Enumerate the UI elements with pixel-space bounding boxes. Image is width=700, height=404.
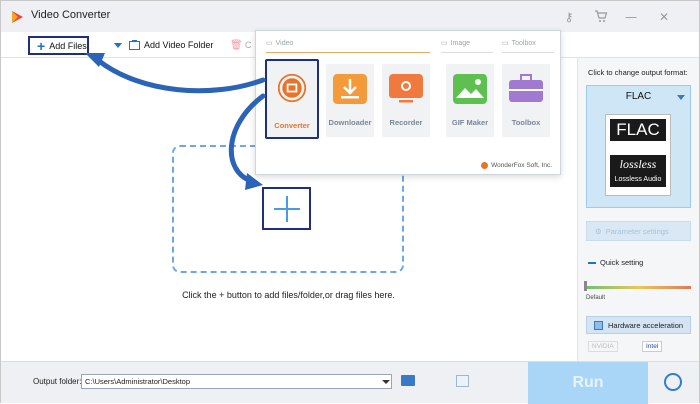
- output-format-selector[interactable]: FLAC FLAC lossless Lossless Audio: [586, 85, 691, 208]
- chip-icon: [594, 320, 603, 330]
- category-image: ▭ Image: [441, 39, 471, 48]
- recorder-tile[interactable]: Recorder: [382, 64, 430, 137]
- chevron-down-icon: [677, 95, 685, 100]
- app-logo-icon: [12, 11, 23, 23]
- category-video-line: [266, 52, 430, 53]
- wonderfox-logo-icon: [481, 162, 489, 169]
- clear-label: C: [245, 40, 252, 50]
- quality-slider-handle[interactable]: [584, 281, 587, 291]
- slider-default-label: Default: [586, 295, 606, 301]
- wonderfox-copyright: WonderFox Soft, Inc.: [491, 162, 552, 169]
- output-folder-field[interactable]: C:\Users\Administrator\Desktop: [81, 374, 392, 389]
- add-files-dropdown-icon[interactable]: [114, 43, 122, 48]
- add-plus-button[interactable]: [262, 187, 311, 230]
- flac-logo-icon: FLAC lossless Lossless Audio: [605, 114, 671, 196]
- key-icon[interactable]: ⚷: [561, 9, 577, 25]
- quality-slider-track[interactable]: [586, 286, 691, 289]
- converter-icon: [277, 73, 307, 103]
- intel-badge[interactable]: Intel: [642, 341, 663, 352]
- minimize-icon[interactable]: —: [623, 9, 639, 25]
- toolbox-tile[interactable]: Toolbox: [502, 64, 550, 137]
- category-toolbox-line: [502, 52, 554, 53]
- folder-video-icon: [129, 40, 140, 50]
- gif-maker-label: GIF Maker: [451, 118, 489, 127]
- converter-label: Converter: [274, 121, 310, 130]
- add-files-button[interactable]: + Add Files: [28, 36, 89, 55]
- hardware-acceleration-button[interactable]: Hardware acceleration: [586, 316, 691, 334]
- category-image-line: [441, 52, 493, 53]
- category-toolbox: ▭ Toolbox: [502, 39, 536, 48]
- open-folder-icon[interactable]: [401, 375, 415, 386]
- close-icon[interactable]: ✕: [656, 9, 672, 25]
- plus-icon: +: [37, 37, 46, 54]
- run-button[interactable]: Run: [528, 362, 648, 404]
- trash-icon[interactable]: 🗑: [230, 40, 243, 51]
- output-format-name: FLAC: [625, 91, 652, 102]
- nvidia-badge[interactable]: NVIDIA: [588, 341, 618, 352]
- category-image-label: Image: [450, 39, 471, 47]
- category-video-label: Video: [275, 39, 294, 47]
- downloader-label: Downloader: [328, 118, 372, 127]
- flac-logo-bottom: Lossless Audio: [610, 173, 666, 187]
- toolbox-category-icon: ▭: [502, 40, 509, 47]
- gif-maker-icon: [453, 74, 487, 104]
- output-folder-dropdown-icon[interactable]: [382, 380, 390, 384]
- parameter-settings-button[interactable]: ⚙ Parameter settings: [586, 221, 691, 241]
- bottom-bar: Output folder: C:\Users\Administrator\De…: [1, 361, 699, 404]
- video-category-icon: ▭: [266, 40, 273, 47]
- toolbox-icon: [509, 74, 543, 102]
- cart-icon[interactable]: [593, 9, 609, 25]
- sliders-icon: ⚙: [595, 226, 602, 236]
- parameter-settings-label: Parameter settings: [605, 226, 669, 236]
- add-video-folder-button[interactable]: Add Video Folder: [129, 40, 213, 50]
- image-category-icon: ▭: [441, 40, 448, 47]
- plus-icon-vertical: [286, 196, 288, 222]
- drop-hint-text: Click the + button to add files/folder,o…: [182, 290, 395, 300]
- toolbox-label: Toolbox: [511, 118, 541, 127]
- category-toolbox-label: Toolbox: [511, 39, 536, 47]
- downloader-tile[interactable]: Downloader: [326, 64, 374, 137]
- hardware-acceleration-label: Hardware acceleration: [608, 320, 684, 330]
- category-video: ▭ Video: [266, 39, 294, 48]
- flac-logo-mid: lossless: [610, 155, 666, 173]
- title-bar: Video Converter ⚷ — ✕: [1, 1, 699, 32]
- downloader-icon: [333, 74, 367, 104]
- output-format-panel: Click to change output format: FLAC FLAC…: [577, 58, 699, 361]
- feature-popup: ▭ Video ▭ Image ▭ Toolbox Converter Down…: [255, 30, 561, 175]
- quick-setting: Quick setting: [588, 258, 643, 267]
- alarm-clock-icon[interactable]: [664, 373, 682, 391]
- quick-setting-label: Quick setting: [600, 258, 644, 267]
- add-files-label: Add Files: [49, 40, 87, 51]
- popup-footer: WonderFox Soft, Inc.: [481, 162, 552, 169]
- flac-logo-top: FLAC: [610, 119, 666, 141]
- recorder-label: Recorder: [389, 118, 423, 127]
- recorder-icon: [389, 74, 423, 103]
- converter-tile[interactable]: Converter: [265, 59, 319, 139]
- output-format-caption: Click to change output format:: [588, 68, 688, 77]
- gif-maker-tile[interactable]: GIF Maker: [446, 64, 494, 137]
- quick-setting-icon: [588, 261, 596, 264]
- video-converter-window: Video Converter ⚷ — ✕ + Add Files Add Vi…: [0, 0, 700, 404]
- export-icon[interactable]: [456, 375, 469, 387]
- output-folder-label: Output folder:: [33, 377, 82, 386]
- app-title: Video Converter: [31, 9, 111, 21]
- add-video-folder-label: Add Video Folder: [144, 40, 214, 50]
